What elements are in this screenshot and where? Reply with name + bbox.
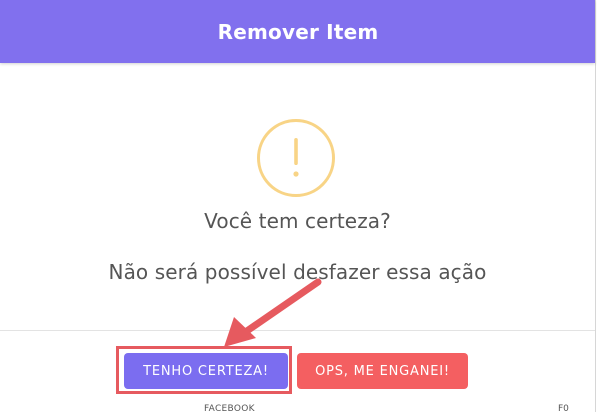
footer-divider xyxy=(0,330,595,331)
modal-title: Remover Item xyxy=(217,19,379,44)
background-footer-text: FACEBOOK xyxy=(204,404,255,412)
modal-header: Remover Item xyxy=(0,0,595,63)
cancel-button[interactable]: OPS, ME ENGANEI! xyxy=(297,353,468,389)
confirmation-message: Não será possível desfazer essa ação xyxy=(108,260,487,284)
confirmation-question: Você tem certeza? xyxy=(204,209,391,233)
remove-item-modal: Remover Item Você tem certeza? Não será … xyxy=(0,0,596,412)
exclamation-circle-icon xyxy=(257,119,335,197)
background-footer-code: F0 xyxy=(558,404,569,412)
confirm-button[interactable]: TENHO CERTEZA! xyxy=(124,353,288,389)
screen: Remover Item Você tem certeza? Não será … xyxy=(0,0,597,412)
